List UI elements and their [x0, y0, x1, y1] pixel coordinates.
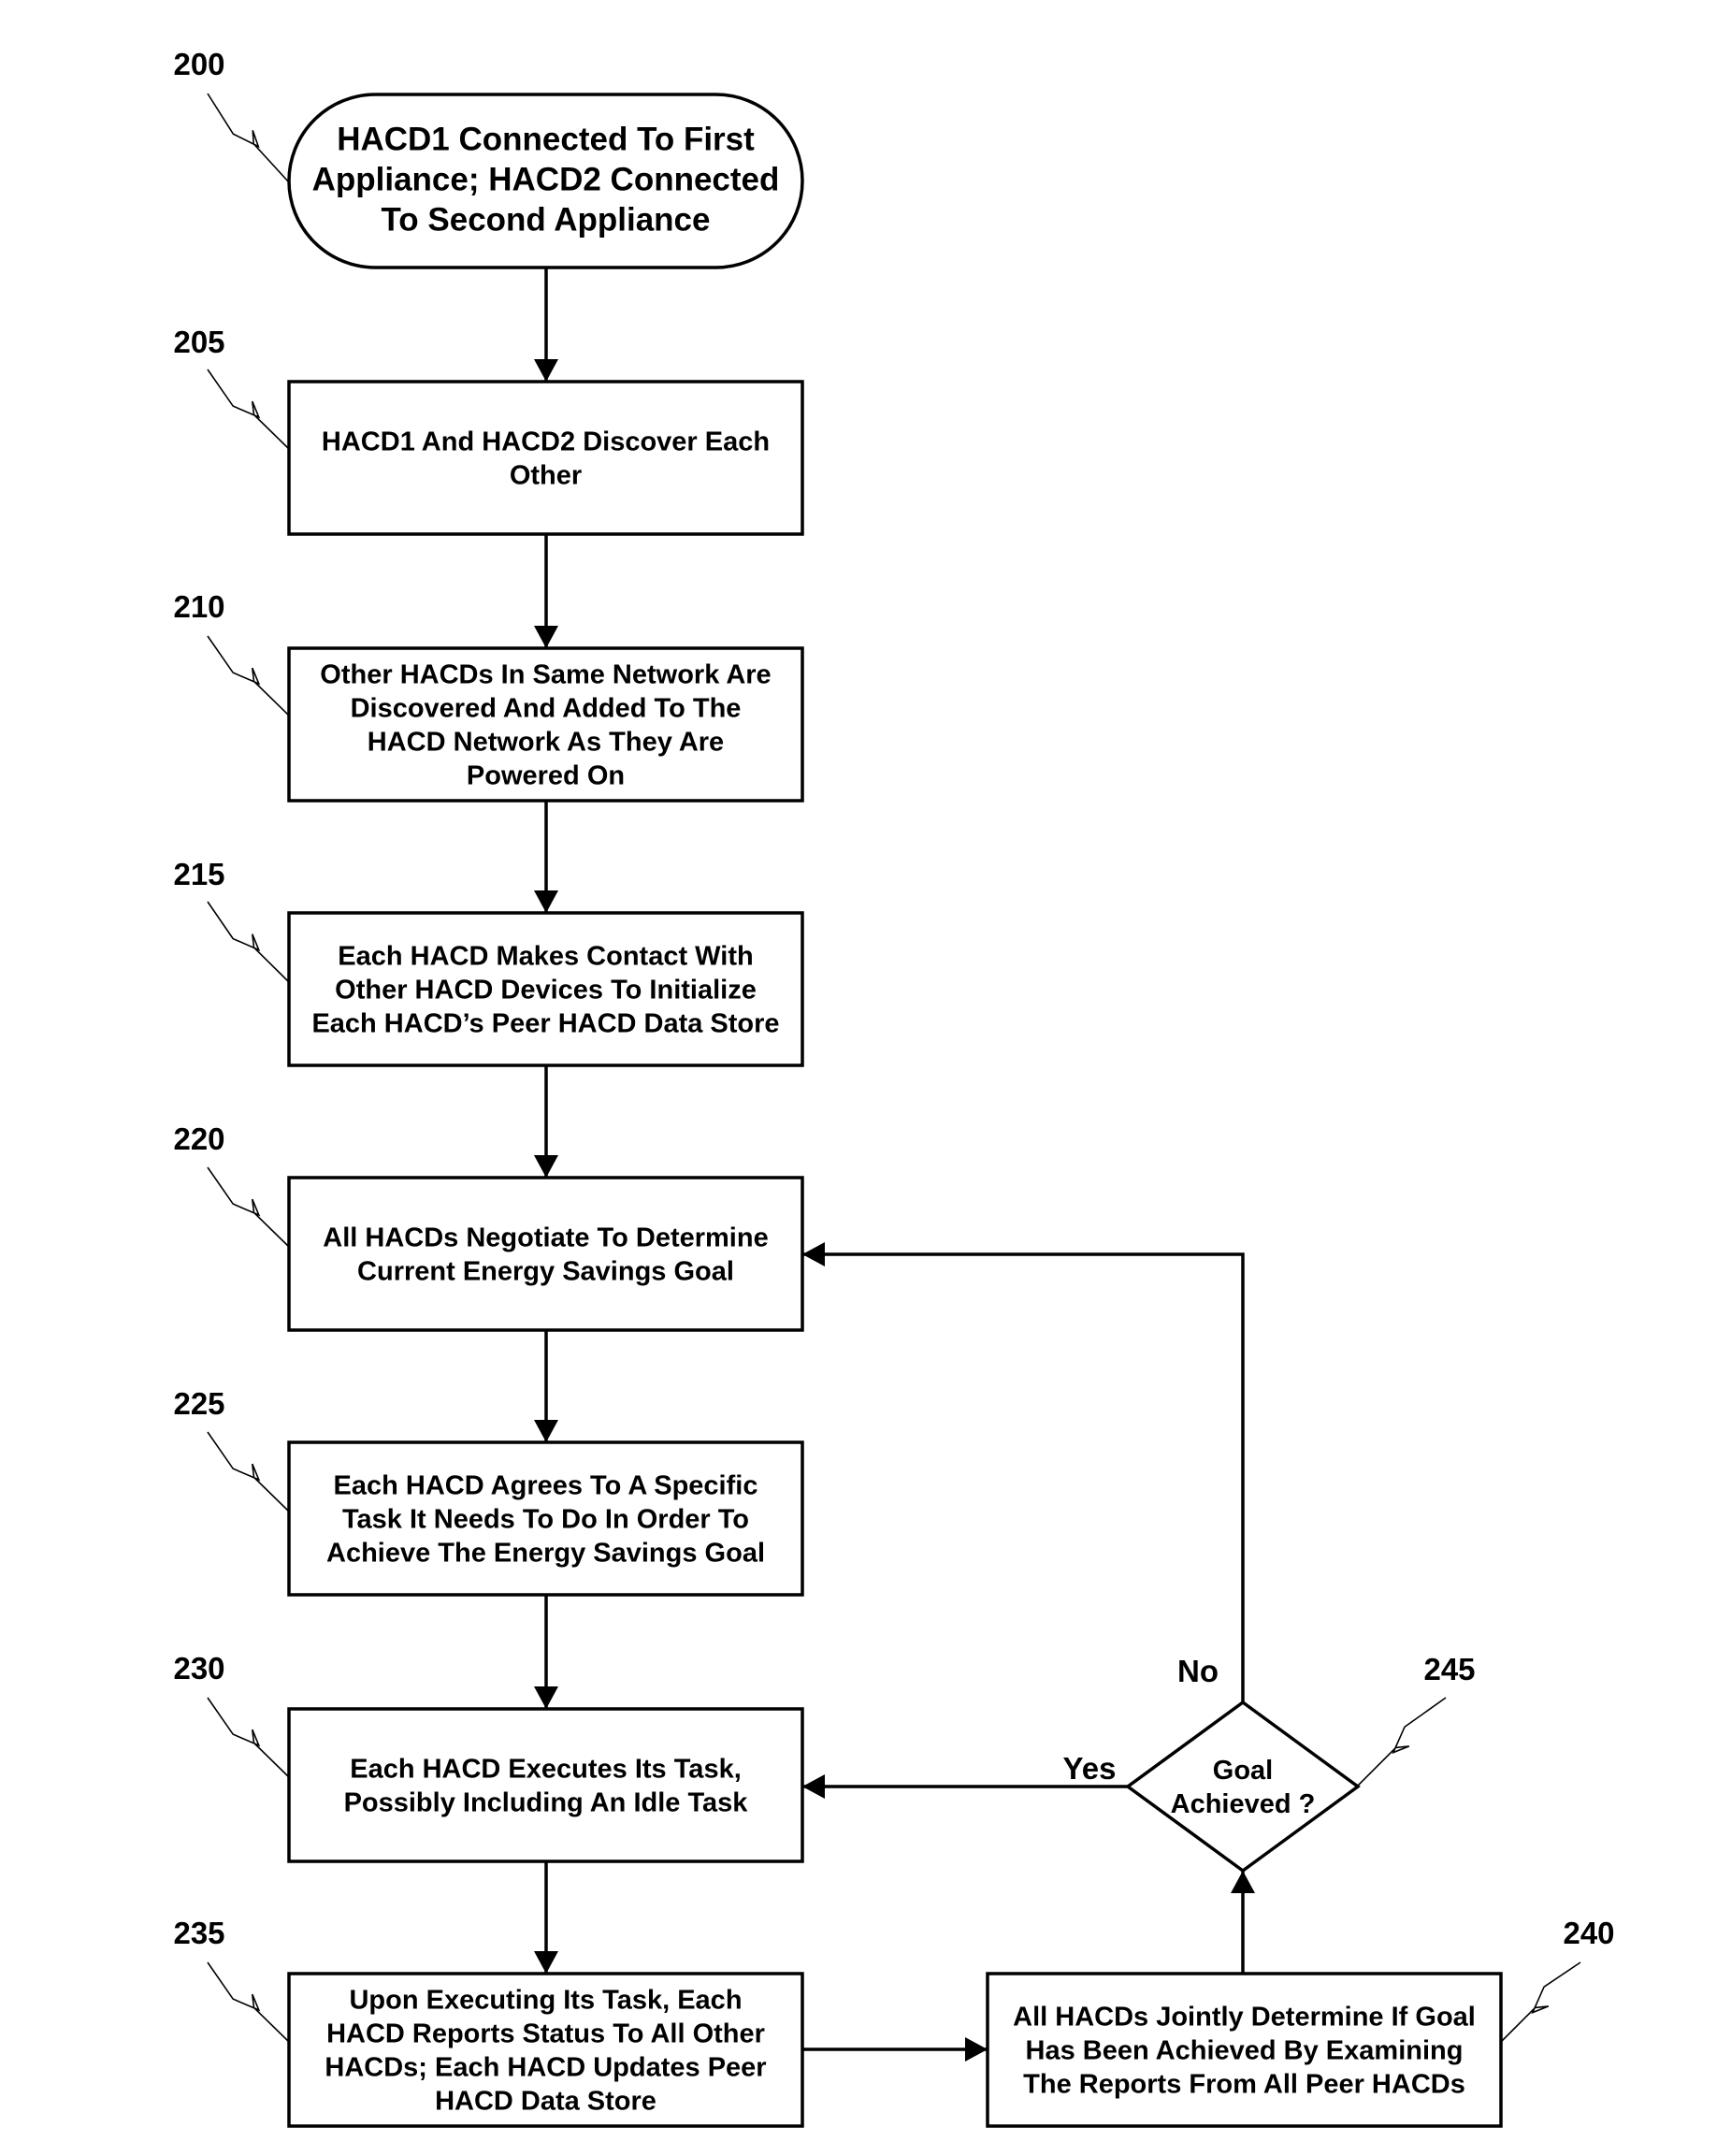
node-text-line: Each HACD Makes Contact With: [338, 942, 753, 972]
process-box: [287, 1176, 804, 1332]
node-text-line: Task It Needs To Do In Order To: [342, 1505, 749, 1535]
node-text-line: All HACDs Jointly Determine If Goal: [1013, 2003, 1476, 2033]
edge-235-to-240: [802, 2037, 988, 2062]
leader-line: [207, 1697, 290, 1778]
arrowhead-icon: [534, 626, 558, 648]
edge-245-to-220: No: [802, 1242, 1245, 1702]
flow-node-220: All HACDs Negotiate To Determine Current …: [287, 1176, 804, 1332]
node-text-line: Other HACD Devices To Initialize: [335, 976, 757, 1006]
flow-node-235: Upon Executing Its Task, EachHACD Report…: [287, 1972, 804, 2128]
edge-200-to-205: [534, 268, 558, 382]
process-box: [287, 380, 804, 536]
arrowhead-icon: [534, 1951, 558, 1974]
arrowhead-icon: [802, 1774, 825, 1799]
leader-line: [207, 1961, 290, 2043]
edge-220-to-225: [534, 1330, 558, 1442]
leader-line: [1356, 1697, 1447, 1787]
process-box: [287, 1707, 804, 1863]
reference-numeral: 245: [1423, 1652, 1475, 1686]
leader-line: [207, 1431, 290, 1512]
node-text-line: Goal: [1213, 1756, 1273, 1786]
edge-215-to-220: [534, 1065, 558, 1178]
reference-numeral: 215: [173, 857, 224, 891]
decision-diamond: [1125, 1700, 1361, 1874]
reference-numeral: 230: [173, 1651, 224, 1686]
node-text-line: Each HACD Agrees To A Specific: [334, 1471, 758, 1501]
leader-line: [207, 1166, 290, 1248]
arrowhead-icon: [534, 1155, 558, 1178]
reference-numeral: 240: [1563, 1916, 1614, 1950]
flow-node-225: Each HACD Agrees To A Specific Task It Ne…: [287, 1440, 804, 1597]
node-text-line: Achieve The Energy Savings Goal: [326, 1539, 765, 1569]
node-text-line: Discovered And Added To The: [351, 694, 742, 724]
flow-node-245: GoalAchieved ?: [1125, 1700, 1361, 1874]
edge-225-to-230: [534, 1595, 558, 1709]
node-text-line: HACD1 Connected To First: [337, 122, 755, 158]
node-text-line: Possibly Including An Idle Task: [344, 1788, 749, 1818]
flow-node-210: Other HACDs In Same Network Are Discovere…: [287, 646, 804, 803]
node-text-line: HACD Network As They Are: [368, 728, 724, 758]
flow-node-205: HACD1 And HACD2 Discover Each Other: [287, 380, 804, 536]
node-text-line: Achieved ?: [1171, 1789, 1316, 1819]
node-text-line: HACD1 And HACD2 Discover Each: [322, 427, 770, 457]
leader-line: [207, 93, 290, 183]
edge-240-to-245: [1231, 1871, 1255, 1974]
node-text-line: Other: [510, 461, 582, 491]
reference-numeral: 205: [173, 325, 224, 359]
arrowhead-icon: [534, 890, 558, 913]
node-text-line: Each HACD Executes Its Task,: [350, 1755, 742, 1785]
node-text-line: The Reports From All Peer HACDs: [1023, 2070, 1465, 2100]
node-text-line: Each HACD’s Peer HACD Data Store: [311, 1009, 779, 1039]
reference-numeral: 220: [173, 1121, 224, 1156]
node-text-line: Current Energy Savings Goal: [357, 1257, 734, 1287]
node-text-line: Powered On: [467, 761, 625, 791]
flow-node-215: Each HACD Makes Contact With Other HACD D…: [287, 911, 804, 1067]
arrowhead-icon: [965, 2037, 988, 2062]
node-text-line: HACD Data Store: [435, 2087, 656, 2117]
edge-210-to-215: [534, 801, 558, 913]
flow-node-200: HACD1 Connected To First Appliance; HACD2…: [287, 93, 804, 269]
node-text-line: HACDs; Each HACD Updates Peer: [325, 2053, 766, 2083]
nodes-layer: HACD1 Connected To First Appliance; HACD2…: [287, 93, 1503, 2128]
flow-node-240: All HACDs Jointly Determine If GoalHas B…: [986, 1972, 1503, 2128]
reference-numeral: 225: [173, 1386, 224, 1421]
edge-label-no: No: [1177, 1654, 1219, 1688]
arrowhead-icon: [802, 1242, 825, 1266]
reference-numeral: 210: [173, 589, 224, 624]
leader-line: [1500, 1961, 1581, 2043]
edge-205-to-210: [534, 534, 558, 648]
node-text-line: HACD Reports Status To All Other: [326, 2019, 765, 2049]
edge-230-to-235: [534, 1861, 558, 1974]
node-text-line: Other HACDs In Same Network Are: [320, 660, 771, 690]
leader-line: [207, 369, 290, 450]
arrowhead-icon: [534, 359, 558, 382]
leader-line: [207, 901, 290, 983]
node-text-line: To Second Appliance: [382, 202, 711, 239]
arrowhead-icon: [534, 1420, 558, 1442]
leader-line: [207, 635, 290, 716]
edge-245-to-230: Yes: [802, 1751, 1128, 1799]
node-text-line: All HACDs Negotiate To Determine: [323, 1223, 768, 1253]
flow-node-230: Each HACD Executes Its Task,Possibly Inc…: [287, 1707, 804, 1863]
arrowhead-icon: [1231, 1871, 1255, 1893]
reference-numeral: 200: [173, 47, 224, 81]
node-text-line: Upon Executing Its Task, Each: [349, 1986, 742, 2016]
arrowhead-icon: [534, 1686, 558, 1709]
connector-line: [802, 1252, 1245, 1702]
reference-numeral: 235: [173, 1916, 224, 1950]
node-text-line: Appliance; HACD2 Connected: [312, 162, 780, 198]
node-text-line: Has Been Achieved By Examining: [1026, 2036, 1464, 2066]
edge-label-yes: Yes: [1063, 1751, 1117, 1786]
flowchart-diagram: Yes No HACD1 Connected To First Appliance;…: [173, 47, 1615, 2128]
